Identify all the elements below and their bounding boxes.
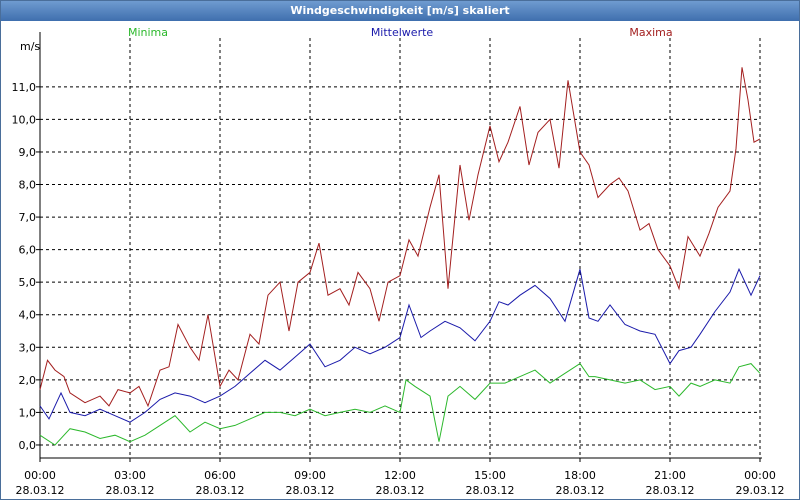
x-tick-time: 12:00 xyxy=(384,469,416,482)
y-tick-label: 8,0 xyxy=(19,179,37,192)
y-tick-label: 4,0 xyxy=(19,309,37,322)
x-tick-time: 00:00 xyxy=(744,469,776,482)
y-tick-label: 2,0 xyxy=(19,374,37,387)
legend: Minima Mittelwerte Maxima xyxy=(128,26,673,39)
legend-entry-mittelwerte: Mittelwerte xyxy=(371,26,434,39)
y-tick-label: 11,0 xyxy=(12,81,37,94)
x-tick-time: 21:00 xyxy=(654,469,686,482)
x-tick-date: 28.03.12 xyxy=(646,484,695,497)
x-tick-time: 18:00 xyxy=(564,469,596,482)
x-tick-date: 28.03.12 xyxy=(466,484,515,497)
axes xyxy=(36,32,762,462)
grid-lines xyxy=(39,38,761,458)
tick-labels: 0,0 1,0 2,0 3,0 4,0 5,0 6,0 7,0 8,0 9,0 10,0 11,0 00… xyxy=(12,40,785,497)
y-tick-label: 0,0 xyxy=(19,439,37,452)
x-tick-time: 03:00 xyxy=(114,469,146,482)
legend-entry-minima: Minima xyxy=(128,26,168,39)
x-tick-time: 06:00 xyxy=(204,469,236,482)
x-tick-date: 28.03.12 xyxy=(556,484,605,497)
x-tick-time: 15:00 xyxy=(474,469,506,482)
x-tick-time: 00:00 xyxy=(24,469,56,482)
y-tick-label: 6,0 xyxy=(19,244,37,257)
y-tick-label: 5,0 xyxy=(19,276,37,289)
y-tick-label: 10,0 xyxy=(12,113,37,126)
x-tick-date: 29.03.12 xyxy=(736,484,785,497)
wind-speed-chart: 0,0 1,0 2,0 3,0 4,0 5,0 6,0 7,0 8,0 9,0 10,0 11,0 00… xyxy=(12,26,785,497)
y-tick-label: 7,0 xyxy=(19,211,37,224)
legend-entry-maxima: Maxima xyxy=(629,26,672,39)
y-tick-label: 9,0 xyxy=(19,146,37,159)
y-tick-label: 1,0 xyxy=(19,406,37,419)
y-axis-label: m/s xyxy=(20,40,40,53)
y-tick-label: 3,0 xyxy=(19,341,37,354)
x-tick-date: 28.03.12 xyxy=(16,484,65,497)
x-tick-date: 28.03.12 xyxy=(376,484,425,497)
x-tick-date: 28.03.12 xyxy=(106,484,155,497)
x-tick-date: 28.03.12 xyxy=(196,484,245,497)
x-tick-time: 09:00 xyxy=(294,469,326,482)
x-tick-date: 28.03.12 xyxy=(286,484,335,497)
